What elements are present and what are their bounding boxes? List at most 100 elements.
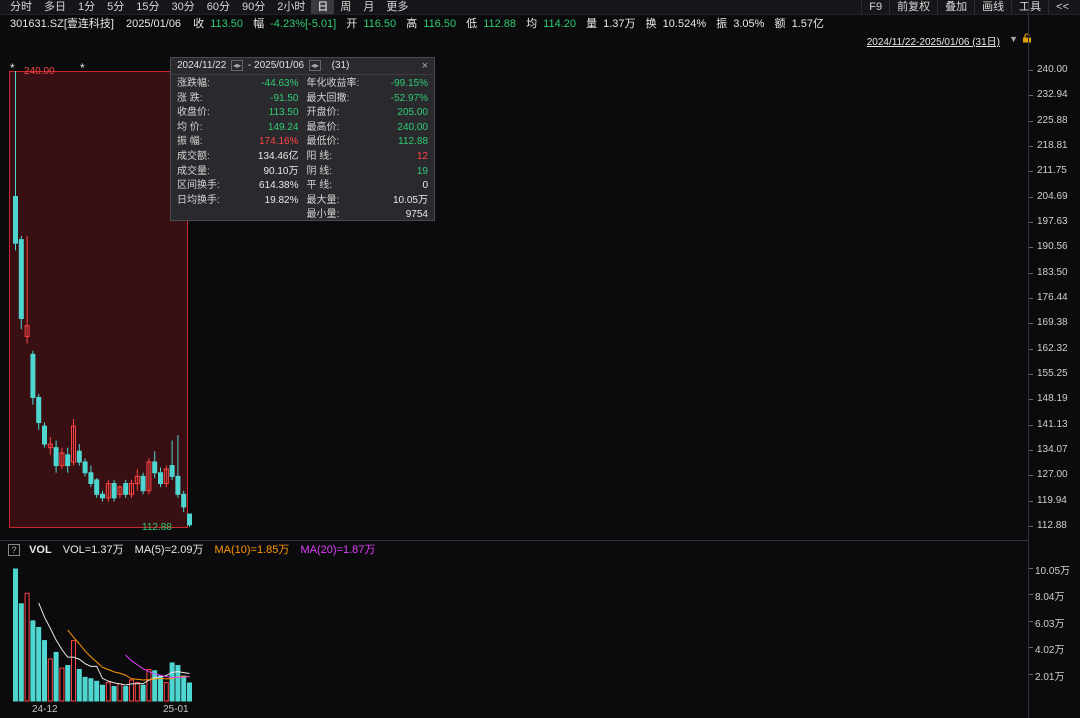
price-tick: 162.32 [1029, 342, 1068, 354]
candle-body [42, 425, 47, 445]
price-tick: 112.88 [1029, 520, 1067, 531]
volume-tick: 10.05万 [1028, 562, 1070, 577]
stat-value: 174.16% [259, 136, 299, 148]
price-tick: 240.00 [1029, 64, 1068, 75]
candle-body [88, 472, 94, 485]
volume-bar [158, 675, 163, 702]
volume-bar [88, 678, 94, 702]
stat-row: 涨 跌: -91.50 [177, 92, 299, 107]
price-axis: 240.00 232.94 225.88 218.81 211.75 204.69 197.… [1028, 0, 1080, 540]
stat-value: 614.38% [259, 180, 299, 192]
stat-row: 均 价: 149.24 [177, 121, 299, 136]
volume-bar [152, 670, 158, 702]
popup-start-date: 2024/11/22 [177, 60, 227, 71]
volume-bar [175, 665, 181, 702]
stat-value: -52.97% [390, 92, 428, 104]
stat-label: 阴 线: [306, 165, 333, 177]
date-label: 24-12 [32, 704, 58, 715]
stat-value: 240.00 [397, 121, 428, 133]
ma20-value: MA(20)=1.87万 [300, 544, 376, 556]
stat-label: 成交额: [177, 150, 210, 162]
stat-label: 最低价: [306, 136, 340, 148]
stat-row: 年化收益率: -99.15% [307, 77, 429, 92]
stat-label: 阳 线: [306, 150, 333, 162]
volume-bar [65, 665, 71, 702]
volume-bar [71, 640, 76, 702]
stat-label: 平 线: [306, 180, 333, 192]
candle-body [53, 447, 59, 467]
volume-bar [111, 686, 117, 702]
candle-body [123, 483, 129, 495]
candle-body [13, 196, 18, 244]
stat-label: 最高价: [306, 121, 340, 133]
popup-right-column: 年化收益率: -99.15% 最大回撤: -52.97% 开盘价: 205.00 最高价: 2… [307, 77, 429, 223]
volume-bar [94, 680, 100, 702]
volume-bar [76, 668, 82, 702]
price-tick: 218.81 [1029, 140, 1068, 151]
price-tick: 176.44 [1029, 292, 1068, 303]
vol-title: VOL [29, 544, 52, 556]
date-label: 25-01 [163, 704, 189, 715]
stat-row: 日均换手: 19.82% [177, 194, 299, 209]
volume-tick: 8.04万 [1028, 588, 1064, 603]
stat-value: -44.63% [261, 78, 299, 89]
stat-value: 9754 [405, 209, 428, 221]
volume-bar [117, 683, 123, 702]
stat-value: 19 [416, 165, 428, 177]
prev-next-icon[interactable]: ◂▸ [308, 60, 321, 71]
stat-row: 最低价: 112.88 [307, 135, 429, 150]
candle-body [94, 479, 100, 495]
volume-bar [47, 658, 53, 702]
candle-body [65, 454, 71, 467]
stat-row: 阴 线: 19 [307, 165, 429, 180]
ma5-line [38, 602, 190, 686]
volume-bar [140, 684, 146, 702]
candle-body [158, 472, 163, 485]
stat-label: 收盘价: [177, 107, 210, 119]
price-tick: 155.25 [1029, 368, 1068, 379]
interval-stats-popup: 2024/11/22 ◂▸ - 2025/01/06 ◂▸ (31) × 涨跌幅… [170, 57, 435, 221]
stat-label: 涨 跌: [177, 92, 203, 104]
volume-bar [123, 686, 129, 702]
stat-value: 149.24 [267, 121, 299, 133]
stat-row: 区间换手: 614.38% [177, 179, 299, 194]
volume-legend: ? VOL VOL=1.37万 MA(5)=2.09万 MA(10)=1.85万… [8, 543, 383, 557]
price-tick: 134.07 [1029, 444, 1068, 455]
volume-bar [42, 640, 47, 702]
stat-value: 0 [422, 180, 428, 192]
volume-bar [105, 682, 111, 702]
prev-next-icon[interactable]: ◂▸ [231, 60, 244, 71]
stat-label: 涨跌幅: [177, 78, 210, 89]
stat-row: 最大回撤: -52.97% [307, 92, 429, 107]
volume-bar [24, 592, 30, 702]
price-tick: 211.75 [1029, 165, 1067, 177]
popup-count: (31) [331, 60, 350, 71]
volume-axis: 10.05万 8.04万 6.03万 4.02万 2.01万 [1028, 540, 1080, 718]
stat-label: 区间换手: [177, 180, 220, 192]
help-icon[interactable]: ? [8, 544, 20, 557]
volume-bar [82, 676, 88, 702]
stat-value: 113.50 [268, 107, 299, 119]
stat-label: 最大回撤: [306, 92, 350, 104]
candle-body [100, 493, 105, 499]
candle-body [187, 513, 192, 526]
panel-divider [0, 540, 1028, 541]
stat-value: 90.10万 [263, 165, 299, 177]
stat-label: 开盘价: [306, 107, 340, 119]
ma5-value: MA(5)=2.09万 [134, 544, 204, 556]
volume-tick: 2.01万 [1028, 668, 1064, 683]
volume-bar [36, 626, 42, 702]
stat-value: 112.88 [398, 136, 428, 148]
price-tick: 197.63 [1029, 216, 1068, 227]
price-tick: 141.13 [1029, 418, 1068, 430]
price-tick: 183.50 [1029, 266, 1068, 278]
stat-label: 日均换手: [177, 194, 220, 206]
ma10-value: MA(10)=1.85万 [214, 544, 290, 556]
close-icon[interactable]: × [422, 58, 428, 74]
kline-chart[interactable] [0, 0, 1028, 718]
price-tick: 204.69 [1029, 190, 1068, 202]
candle-body [76, 450, 82, 463]
stat-value: 134.46亿 [257, 150, 299, 162]
price-tick: 225.88 [1029, 114, 1068, 126]
price-tick: 119.94 [1029, 494, 1067, 506]
